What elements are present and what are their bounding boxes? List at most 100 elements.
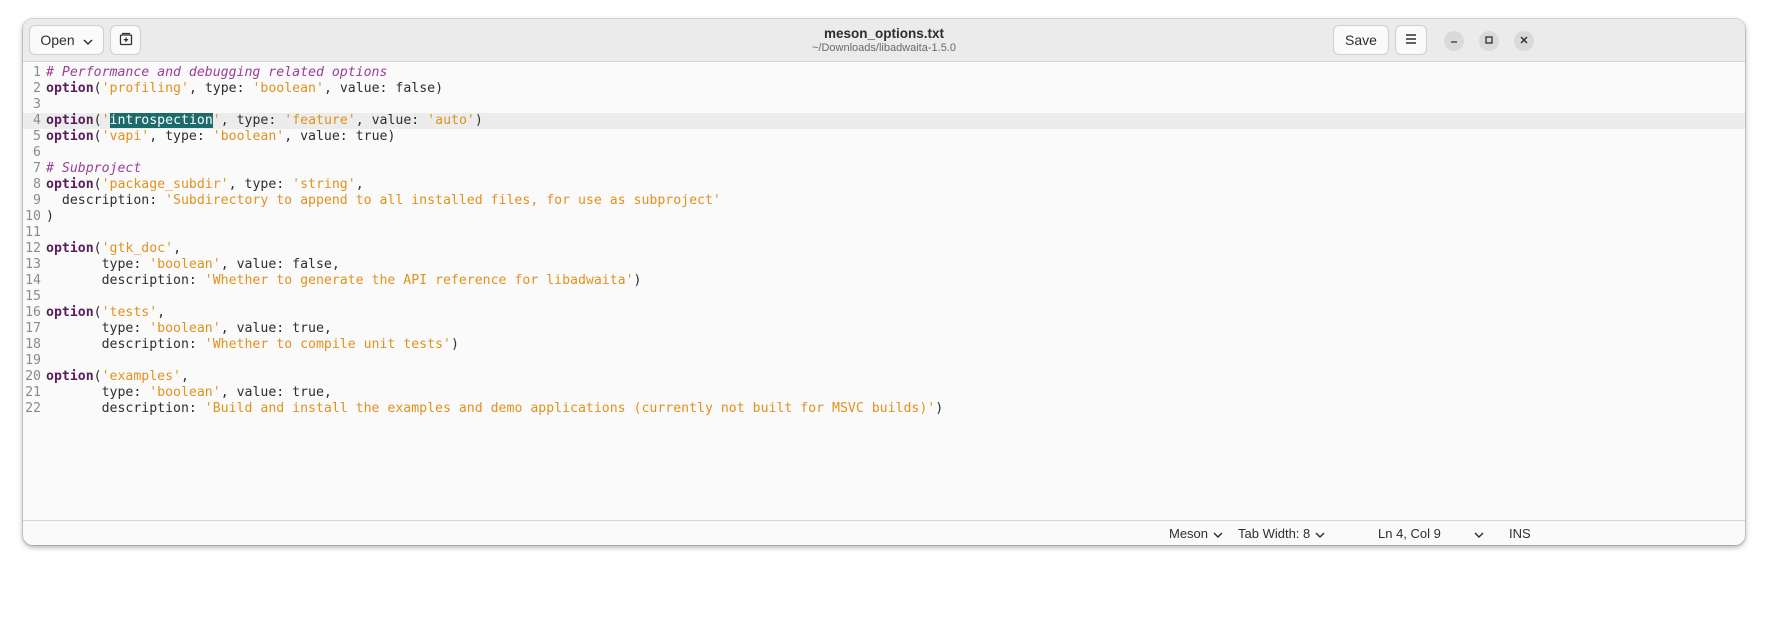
code-lines: 1 # Performance and debugging related opt…	[23, 65, 1745, 417]
code-token: type:	[46, 257, 150, 272]
code-token: description:	[46, 193, 166, 208]
code-token: (	[93, 113, 102, 128]
code-token: 'vapi'	[101, 129, 150, 144]
line-number: 9	[33, 193, 41, 208]
code-token: 'auto'	[427, 113, 475, 128]
code-line[interactable]: 8 option('package_subdir', type: 'string'…	[23, 177, 1745, 193]
chevron-down-icon	[1474, 526, 1484, 541]
line-code: description: 'Whether to generate the AP…	[46, 273, 642, 289]
code-line[interactable]: 21 type: 'boolean', value: true,	[23, 385, 1745, 401]
tab-width-label: Tab Width: 8	[1238, 526, 1311, 541]
code-token: , type:	[228, 177, 293, 192]
line-code: type: 'boolean', value: true,	[46, 385, 332, 401]
code-token: # Performance and debugging related opti…	[46, 65, 388, 80]
line-number: 4	[33, 113, 41, 128]
code-line[interactable]: 20 option('examples',	[23, 369, 1745, 385]
code-token: 'boolean'	[252, 81, 324, 96]
line-code: option('gtk_doc',	[46, 241, 181, 257]
header-bar: Open meson_options.txt ~/Downloads/libad…	[23, 19, 1745, 62]
code-line[interactable]: 3	[23, 97, 1745, 113]
line-code: description: 'Build and install the exam…	[46, 401, 944, 417]
cursor-position[interactable]: Ln 4, Col 9	[1378, 526, 1441, 541]
code-token: 'profiling'	[101, 81, 189, 96]
editor-window: Open meson_options.txt ~/Downloads/libad…	[23, 19, 1745, 545]
code-token: (	[93, 241, 102, 256]
language-label: Meson	[1169, 526, 1209, 541]
line-code: option('vapi', type: 'boolean', value: t…	[46, 129, 395, 145]
code-token: , value: true)	[284, 129, 396, 144]
minimize-button[interactable]	[1444, 31, 1464, 51]
line-number: 14	[25, 273, 41, 288]
code-token: (	[93, 81, 102, 96]
text-editor-area[interactable]: 1 # Performance and debugging related opt…	[23, 63, 1745, 521]
line-number: 10	[25, 209, 41, 224]
code-token: 'examples'	[101, 369, 181, 384]
code-token: (	[93, 129, 102, 144]
code-token: , value: false)	[323, 81, 444, 96]
code-token: )	[450, 337, 459, 352]
code-token: # Subproject	[46, 161, 142, 176]
code-token: 'string'	[292, 177, 356, 192]
code-line[interactable]: 10)	[23, 209, 1745, 225]
code-line[interactable]: 13 type: 'boolean', value: false,	[23, 257, 1745, 273]
code-token: '	[212, 113, 221, 128]
close-icon	[1519, 34, 1529, 48]
code-token: option	[46, 113, 94, 128]
code-token: 'feature'	[284, 113, 356, 128]
status-bar: Meson Tab Width: 8 Ln 4, Col 9 INS	[23, 520, 1745, 545]
code-token: 'gtk_doc'	[101, 241, 174, 256]
line-number: 8	[33, 177, 41, 192]
code-token: option	[46, 305, 94, 320]
insert-mode-label: INS	[1509, 526, 1531, 541]
code-token: description:	[46, 337, 205, 352]
code-line[interactable]: 4 option('introspection', type: 'feature'…	[23, 113, 1745, 129]
code-token: ,	[181, 369, 189, 384]
close-button[interactable]	[1514, 31, 1534, 51]
code-token: ,	[157, 305, 166, 320]
code-token: type:	[46, 385, 150, 400]
code-line[interactable]: 2 option('profiling', type: 'boolean', va…	[23, 81, 1745, 97]
code-line[interactable]: 6	[23, 145, 1745, 161]
code-line[interactable]: 16 option('tests',	[23, 305, 1745, 321]
minimize-icon	[1449, 34, 1459, 48]
code-line[interactable]: 18 description: 'Whether to compile unit…	[23, 337, 1745, 353]
line-code: description: 'Subdirectory to append to …	[46, 193, 721, 209]
code-token: option	[46, 129, 94, 144]
code-token: ,	[355, 177, 364, 192]
code-line[interactable]: 12 option('gtk_doc',	[23, 241, 1745, 257]
line-number: 1	[33, 65, 41, 80]
code-line[interactable]: 22 description: 'Build and install the e…	[23, 401, 1745, 417]
code-line[interactable]: 9 description: 'Subdirectory to append t…	[23, 193, 1745, 209]
code-token: type:	[46, 321, 150, 336]
code-token: (	[93, 305, 102, 320]
position-menu-button[interactable]	[1474, 526, 1484, 541]
code-token: , type:	[220, 113, 285, 128]
code-line[interactable]: 15	[23, 289, 1745, 305]
code-token: , value:	[355, 113, 428, 128]
code-line[interactable]: 5 option('vapi', type: 'boolean', value: …	[23, 129, 1745, 145]
maximize-icon	[1484, 34, 1494, 48]
language-selector[interactable]: Meson	[1169, 526, 1223, 541]
code-token: )	[46, 209, 54, 224]
code-line[interactable]: 19	[23, 353, 1745, 369]
line-number: 19	[25, 353, 41, 368]
code-line[interactable]: 7 # Subproject	[23, 161, 1745, 177]
code-token: , value: true,	[220, 321, 332, 336]
code-token: 'Whether to compile unit tests'	[204, 337, 451, 352]
main-menu-button[interactable]	[1395, 25, 1427, 55]
line-number: 6	[33, 145, 41, 160]
code-token: (	[93, 369, 102, 384]
line-code: type: 'boolean', value: true,	[46, 321, 332, 337]
insert-mode-indicator: INS	[1509, 526, 1531, 541]
line-code: )	[46, 209, 54, 225]
save-button[interactable]: Save	[1333, 25, 1389, 55]
code-token: )	[935, 401, 944, 416]
tab-width-selector[interactable]: Tab Width: 8	[1238, 526, 1325, 541]
code-token: (	[93, 177, 102, 192]
code-line[interactable]: 11	[23, 225, 1745, 241]
line-number: 5	[33, 129, 41, 144]
code-line[interactable]: 14 description: 'Whether to generate the…	[23, 273, 1745, 289]
code-line[interactable]: 17 type: 'boolean', value: true,	[23, 321, 1745, 337]
maximize-button[interactable]	[1479, 31, 1499, 51]
code-line[interactable]: 1 # Performance and debugging related opt…	[23, 65, 1745, 81]
